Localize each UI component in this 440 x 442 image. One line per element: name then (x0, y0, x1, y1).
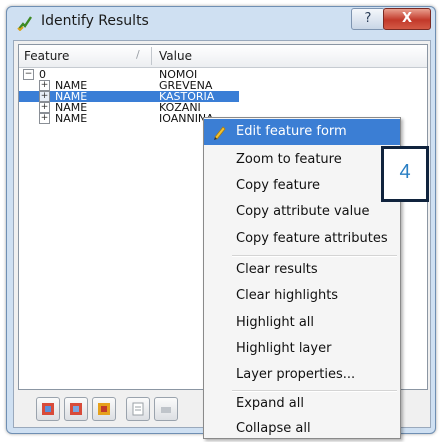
menu-item-label: Highlight all (236, 315, 315, 330)
expand-icon[interactable]: + (39, 91, 50, 102)
menu-item-label: Highlight layer (236, 341, 332, 356)
menu-item-label: Collapse all (236, 421, 311, 436)
column-divider[interactable] (151, 47, 152, 65)
tree-row-feature: NAME (55, 112, 88, 125)
menu-item-clear-highlights[interactable]: Clear highlights (204, 283, 400, 309)
menu-item-edit-feature-form[interactable]: Edit feature form (204, 119, 400, 145)
menu-item-collapse-all[interactable]: Collapse all (204, 416, 400, 442)
menu-item-label: Copy attribute value (236, 204, 370, 219)
menu-item-label: Clear results (236, 262, 318, 277)
print-icon (161, 407, 171, 413)
menu-item-zoom-to-feature[interactable]: Zoom to feature (204, 147, 400, 173)
menu-item-label: Copy feature (236, 178, 321, 193)
menu-item-expand-all[interactable]: Expand all (204, 391, 400, 417)
menu-item-label: Copy feature attributes (236, 231, 388, 246)
tree-row-feature: 0 (39, 68, 46, 81)
sort-indicator-icon: / (136, 48, 140, 61)
expand-icon[interactable]: + (39, 80, 50, 91)
expand-icon[interactable]: + (39, 102, 50, 113)
step-number: 4 (399, 161, 411, 183)
collapse-tree-icon (70, 403, 82, 415)
print-button[interactable] (154, 397, 178, 421)
title-bar[interactable]: Identify Results ? X (7, 7, 435, 39)
menu-item-clear-results[interactable]: Clear results (204, 257, 400, 283)
context-menu: Edit feature form Zoom to feature Copy f… (203, 117, 401, 439)
pencil-icon (214, 126, 226, 140)
menu-item-copy-feature[interactable]: Copy feature (204, 173, 400, 199)
column-header-feature[interactable]: Feature (24, 49, 69, 63)
open-form-button[interactable] (126, 397, 150, 421)
window-title: Identify Results (41, 13, 149, 29)
open-form-icon (132, 402, 144, 416)
menu-item-copy-feature-attributes[interactable]: Copy feature attributes (204, 226, 400, 252)
menu-item-label: Clear highlights (236, 288, 339, 303)
menu-item-label: Expand all (236, 396, 304, 411)
help-button[interactable]: ? (351, 8, 385, 30)
menu-item-layer-properties[interactable]: Layer properties... (204, 362, 400, 388)
menu-item-label: Edit feature form (236, 124, 347, 139)
menu-item-highlight-layer[interactable]: Highlight layer (204, 336, 400, 362)
collapse-tree-button[interactable] (64, 397, 88, 421)
expand-tree-icon (42, 403, 54, 415)
expand-tree-button[interactable] (36, 397, 60, 421)
column-header-value[interactable]: Value (159, 49, 192, 63)
tree-header: Feature / Value (19, 45, 427, 68)
expand-new-button[interactable] (92, 397, 116, 421)
expand-new-icon (98, 403, 110, 415)
menu-item-label: Layer properties... (236, 367, 356, 382)
menu-item-label: Zoom to feature (236, 152, 342, 167)
expand-icon[interactable]: + (39, 113, 50, 124)
tree-row-selected[interactable]: + NAME KASTORIA (19, 91, 239, 102)
menu-item-highlight-all[interactable]: Highlight all (204, 310, 400, 336)
collapse-icon[interactable]: − (23, 69, 34, 80)
identify-tool-icon (17, 16, 32, 31)
menu-item-copy-attribute-value[interactable]: Copy attribute value (204, 199, 400, 225)
close-button[interactable]: X (383, 8, 431, 30)
step-callout-box: 4 (381, 146, 429, 202)
